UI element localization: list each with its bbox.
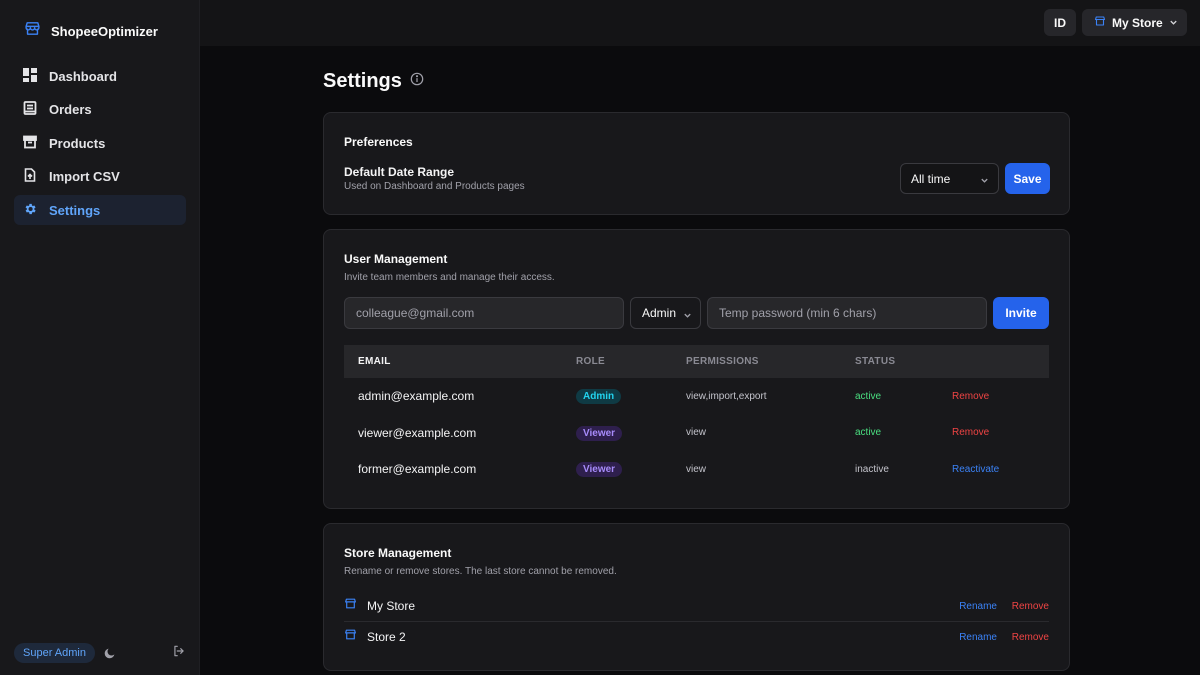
role-badge: Super Admin <box>14 643 95 663</box>
save-button[interactable]: Save <box>1005 163 1050 194</box>
store-management-title: Store Management <box>344 546 452 560</box>
user-email: viewer@example.com <box>358 425 477 440</box>
sidebar-item-label: Orders <box>49 102 92 117</box>
store-name: Store 2 <box>367 630 406 644</box>
sidebar-item-label: Import CSV <box>49 169 120 184</box>
store-selector[interactable]: My Store <box>1082 9 1187 36</box>
store-row: My Store Rename Remove <box>344 591 1049 621</box>
date-range-value: All time <box>911 171 951 186</box>
store-management-card: Store Management Rename or remove stores… <box>323 523 1070 671</box>
user-status: active <box>855 427 882 439</box>
sidebar-item-label: Products <box>49 135 106 151</box>
role-badge: Admin <box>576 389 622 405</box>
column-header-email: EMAIL <box>358 356 391 367</box>
role-select[interactable]: Admin <box>630 297 701 329</box>
archive-box-icon <box>23 135 37 152</box>
store-icon <box>24 20 41 42</box>
role-cell: Viewer <box>576 425 686 441</box>
chevron-down-icon <box>1169 16 1178 30</box>
gear-icon <box>23 202 37 219</box>
page-title: Settings <box>323 70 424 93</box>
user-permissions: view <box>686 427 707 439</box>
brand[interactable]: ShopeeOptimizer <box>24 20 158 42</box>
chevron-down-icon <box>683 309 692 323</box>
info-icon[interactable] <box>410 72 424 91</box>
language-button[interactable]: ID <box>1044 9 1076 36</box>
table-header: EMAIL ROLE PERMISSIONS STATUS <box>344 345 1049 378</box>
role-select-value: Admin <box>642 306 677 320</box>
sidebar: ShopeeOptimizer Dashboard Orders Product… <box>0 0 200 675</box>
role-badge: Viewer <box>576 425 623 441</box>
sidebar-nav: Dashboard Orders Products Import CSV Set… <box>14 61 186 229</box>
sidebar-item-label: Dashboard <box>49 68 117 84</box>
remove-store-link[interactable]: Remove <box>1012 632 1049 643</box>
remove-store-link[interactable]: Remove <box>1012 601 1049 612</box>
table-row: former@example.com Viewer view inactive … <box>344 451 1049 488</box>
logout-icon[interactable] <box>172 644 186 663</box>
store-name: My Store <box>367 599 416 613</box>
email-field[interactable]: colleague@gmail.com <box>344 297 624 329</box>
store-icon <box>1094 15 1106 30</box>
user-permissions: view,import,export <box>686 390 767 402</box>
sidebar-item-import-csv[interactable]: Import CSV <box>14 162 186 192</box>
moon-icon[interactable] <box>103 647 116 660</box>
store-row: Store 2 Rename Remove <box>344 622 1049 652</box>
remove-user-link[interactable]: Remove <box>952 391 1049 402</box>
sidebar-footer: Super Admin <box>14 642 186 664</box>
reactivate-user-link[interactable]: Reactivate <box>952 464 1049 475</box>
dashboard-icon <box>23 67 37 85</box>
orders-icon <box>23 101 37 118</box>
column-header-status: STATUS <box>855 356 896 367</box>
user-status: inactive <box>855 463 889 475</box>
user-email: former@example.com <box>358 462 477 477</box>
rename-store-link[interactable]: Rename <box>959 632 997 643</box>
temp-password-field[interactable]: Temp password (min 6 chars) <box>707 297 987 329</box>
chevron-down-icon <box>980 174 989 188</box>
date-range-hint: Used on Dashboard and Products pages <box>344 181 525 192</box>
sidebar-item-settings[interactable]: Settings <box>14 195 186 225</box>
rename-store-link[interactable]: Rename <box>959 601 997 612</box>
user-email: admin@example.com <box>358 389 475 404</box>
user-management-title: User Management <box>344 252 448 266</box>
user-management-card: User Management Invite team members and … <box>323 229 1070 509</box>
table-row: admin@example.com Admin view,import,expo… <box>344 378 1049 415</box>
store-management-subtitle: Rename or remove stores. The last store … <box>344 566 617 577</box>
sidebar-item-label: Settings <box>49 202 101 218</box>
role-badge: Viewer <box>576 462 623 478</box>
sidebar-item-orders[interactable]: Orders <box>14 95 186 125</box>
column-header-permissions: PERMISSIONS <box>686 356 759 367</box>
sidebar-item-products[interactable]: Products <box>14 128 186 158</box>
date-range-label: Default Date Range <box>344 165 455 179</box>
store-selector-label: My Store <box>1112 15 1163 30</box>
user-status: active <box>855 390 882 402</box>
user-permissions: view <box>686 463 707 475</box>
date-range-select[interactable]: All time <box>900 163 999 194</box>
sidebar-item-dashboard[interactable]: Dashboard <box>14 61 186 91</box>
topbar: ID My Store <box>200 0 1200 46</box>
user-management-subtitle: Invite team members and manage their acc… <box>344 272 555 283</box>
role-cell: Viewer <box>576 461 686 478</box>
preferences-title: Preferences <box>344 135 413 149</box>
brand-name: ShopeeOptimizer <box>51 23 158 39</box>
remove-user-link[interactable]: Remove <box>952 427 1049 438</box>
page-title-text: Settings <box>323 70 402 92</box>
column-header-role: ROLE <box>576 356 605 367</box>
users-table: EMAIL ROLE PERMISSIONS STATUS admin@exam… <box>344 345 1049 488</box>
invite-button[interactable]: Invite <box>993 297 1049 329</box>
file-upload-icon <box>23 168 37 185</box>
store-icon <box>344 597 357 615</box>
role-cell: Admin <box>576 388 686 405</box>
preferences-card: Preferences Default Date Range Used on D… <box>323 112 1070 215</box>
store-icon <box>344 628 357 646</box>
table-row: viewer@example.com Viewer view active Re… <box>344 415 1049 452</box>
